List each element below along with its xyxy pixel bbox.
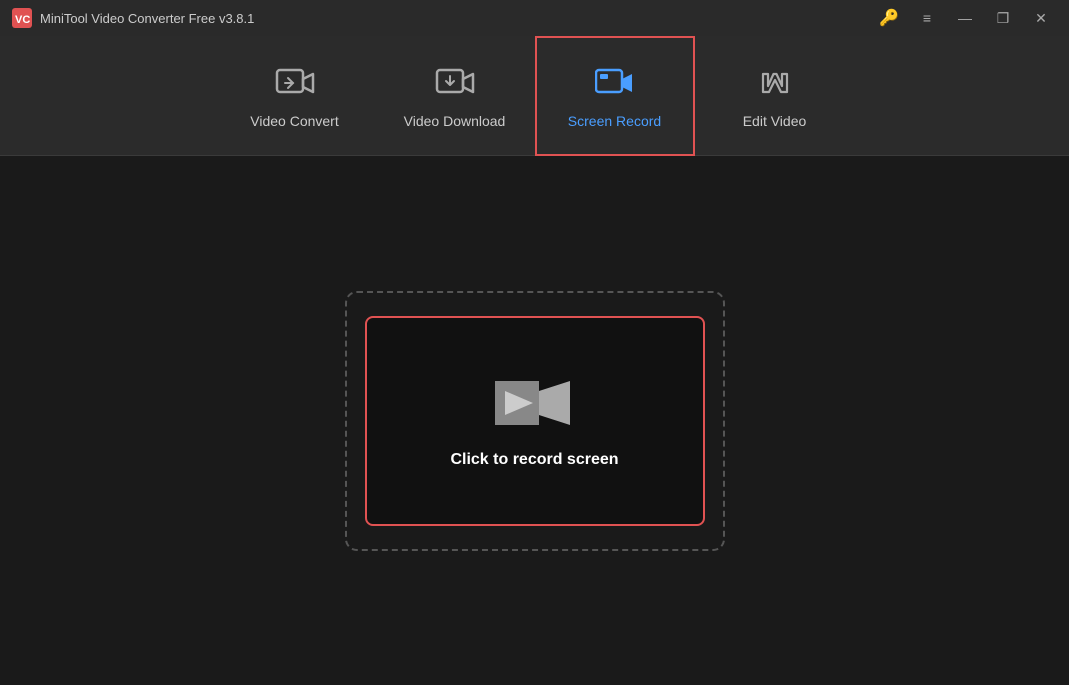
record-outer-container: Click to record screen xyxy=(345,291,725,551)
close-icon: ✕ xyxy=(1035,10,1047,27)
nav-item-screen-record[interactable]: Screen Record xyxy=(535,36,695,156)
nav-item-edit-video[interactable]: Edit Video xyxy=(695,36,855,156)
nav-label-screen-record: Screen Record xyxy=(568,113,661,129)
minimize-button[interactable]: — xyxy=(949,6,981,30)
nav-label-video-convert: Video Convert xyxy=(250,113,338,129)
key-button[interactable]: 🔑 xyxy=(873,6,905,30)
maximize-icon: ❐ xyxy=(997,10,1010,27)
close-button[interactable]: ✕ xyxy=(1025,6,1057,30)
nav-bar: Video Convert Video Download Screen Reco… xyxy=(0,36,1069,156)
title-bar-left: VC MiniTool Video Converter Free v3.8.1 xyxy=(12,8,254,28)
key-icon: 🔑 xyxy=(879,8,899,28)
svg-text:VC: VC xyxy=(15,14,30,26)
app-title: MiniTool Video Converter Free v3.8.1 xyxy=(40,11,254,26)
main-content: Click to record screen xyxy=(0,156,1069,685)
nav-label-edit-video: Edit Video xyxy=(743,113,807,129)
maximize-button[interactable]: ❐ xyxy=(987,6,1019,30)
menu-icon: ≡ xyxy=(923,10,931,26)
title-bar: VC MiniTool Video Converter Free v3.8.1 … xyxy=(0,0,1069,36)
video-download-icon xyxy=(435,63,475,103)
screen-record-icon xyxy=(595,63,635,103)
video-convert-icon xyxy=(275,63,315,103)
nav-label-video-download: Video Download xyxy=(404,113,506,129)
menu-button[interactable]: ≡ xyxy=(911,6,943,30)
edit-video-icon xyxy=(755,63,795,103)
title-bar-controls: 🔑 ≡ — ❐ ✕ xyxy=(873,6,1057,30)
record-button[interactable]: Click to record screen xyxy=(365,316,705,526)
nav-item-video-convert[interactable]: Video Convert xyxy=(215,36,375,156)
app-logo: VC xyxy=(12,8,32,28)
record-camera-icon xyxy=(495,373,575,433)
minimize-icon: — xyxy=(958,10,972,26)
nav-item-video-download[interactable]: Video Download xyxy=(375,36,535,156)
record-label: Click to record screen xyxy=(450,451,618,469)
